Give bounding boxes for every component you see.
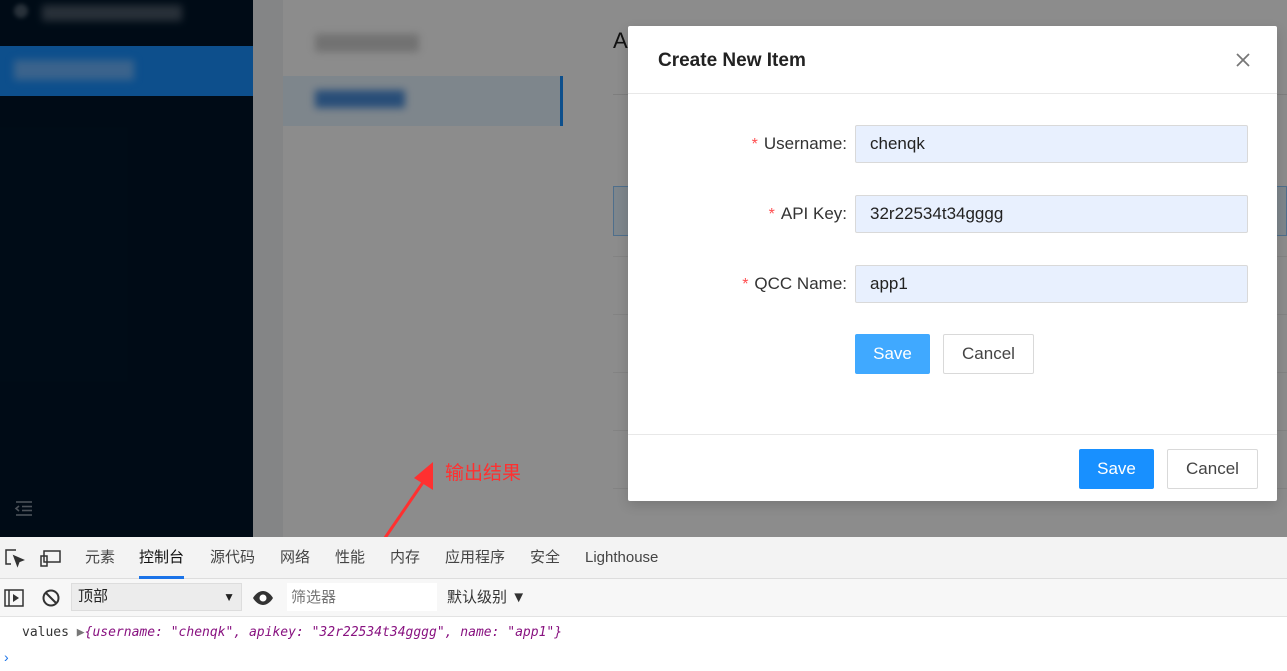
form-cancel-button[interactable]: Cancel [943,334,1034,374]
tab-console[interactable]: 控制台 [139,537,185,579]
api-key-input[interactable] [855,195,1248,233]
tab-memory[interactable]: 内存 [390,537,420,579]
device-toolbar-icon[interactable] [40,547,62,569]
form-row-api-key: * API Key: [628,195,1277,233]
modal-footer: Save Cancel [628,434,1277,501]
close-icon[interactable] [1231,48,1255,72]
qcc-name-input[interactable] [855,265,1248,303]
tab-performance[interactable]: 性能 [335,537,365,579]
footer-cancel-button[interactable]: Cancel [1167,449,1258,489]
annotation-label: 输出结果 [445,463,522,484]
tab-network[interactable]: 网络 [280,537,310,579]
tab-sources[interactable]: 源代码 [210,537,255,579]
required-asterisk: * [768,206,775,223]
clear-console-icon[interactable] [40,587,62,609]
form-row-qcc-name: * QCC Name: [628,265,1277,303]
filter-input[interactable] [287,583,437,611]
chevron-down-icon: ▼ [511,589,527,606]
required-asterisk: * [742,276,749,293]
api-key-label: * API Key: [768,204,847,223]
context-select[interactable]: 顶部 ▼ [71,583,242,611]
devtools-tabbar: 元素 控制台 源代码 网络 性能 内存 应用程序 安全 Lighthouse [0,537,1287,579]
devtools-panel: 元素 控制台 源代码 网络 性能 内存 应用程序 安全 Lighthouse 顶… [0,537,1287,671]
tab-lighthouse[interactable]: Lighthouse [585,537,658,579]
footer-save-button[interactable]: Save [1079,449,1154,489]
console-toolbar: 顶部▼ 默认级别 ▼ [0,579,1287,617]
eye-icon[interactable] [252,587,274,609]
tab-elements[interactable]: 元素 [85,537,115,579]
inspect-element-icon[interactable] [3,547,25,569]
app-background: A Create New Item *Username: *API Key: *… [0,0,1287,537]
form-save-button[interactable]: Save [855,334,930,374]
chevron-down-icon: ▼ [223,590,235,604]
expand-triangle-icon[interactable]: ▶ [77,625,85,640]
sidebar-toggle-icon[interactable] [3,587,25,609]
logged-object[interactable]: {username: "chenqk", apikey: "32r22534t3… [85,625,562,640]
username-label: * Username: [751,134,847,153]
modal-header: Create New Item [628,26,1277,94]
console-output: values ▶{username: "chenqk", apikey: "32… [0,617,1287,671]
modal-title: Create New Item [658,50,806,71]
console-prompt-icon[interactable]: › [4,649,9,665]
required-asterisk: * [751,136,758,153]
console-log-entry: values ▶{username: "chenqk", apikey: "32… [22,625,563,640]
tab-security[interactable]: 安全 [530,537,560,579]
form-row-username: * Username: [628,125,1277,163]
create-item-modal: Create New Item *Username: *API Key: *QC… [628,26,1277,501]
qcc-name-label: * QCC Name: [742,274,847,293]
tab-application[interactable]: 应用程序 [445,537,505,579]
username-input[interactable] [855,125,1248,163]
log-level-dropdown[interactable]: 默认级别 ▼ [447,579,526,617]
